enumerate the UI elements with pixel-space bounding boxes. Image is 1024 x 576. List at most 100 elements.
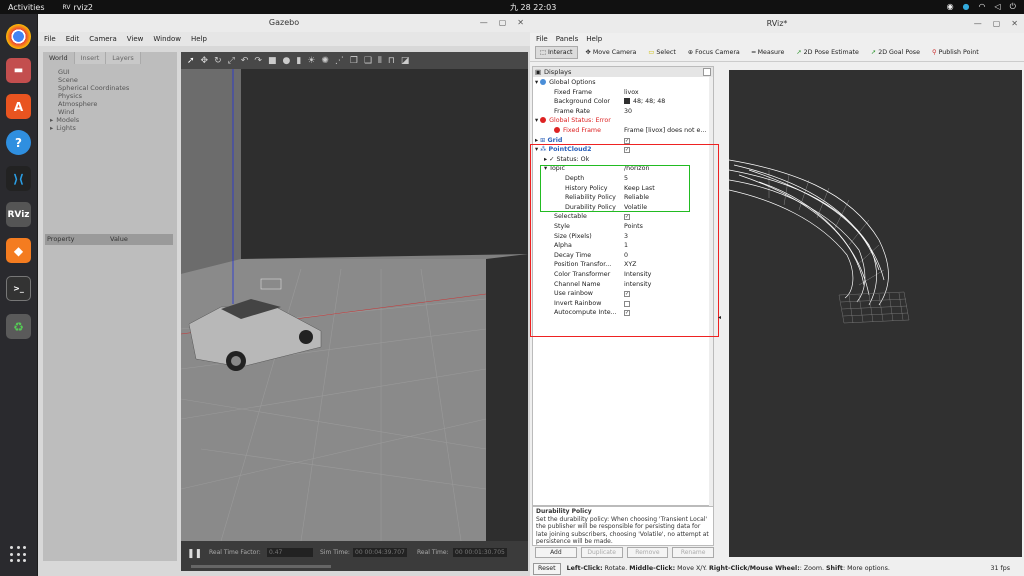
align-icon[interactable]: ⫴ (378, 56, 382, 66)
select-button[interactable]: ▭ Select (644, 47, 679, 58)
panel-float-icon[interactable] (703, 68, 711, 76)
files-icon[interactable]: ▬ (6, 58, 31, 83)
tree-item-wind[interactable]: Wind (58, 108, 177, 116)
active-app-indicator[interactable]: RV rviz2 (63, 3, 94, 12)
translate-icon[interactable]: ✥ (201, 56, 209, 66)
pose-estimate-icon: ➚ (796, 49, 802, 56)
green-highlight-box (540, 165, 690, 212)
tab-layers[interactable]: Layers (106, 52, 141, 64)
close-icon[interactable]: ✕ (1011, 14, 1018, 33)
tree-item-gui[interactable]: GUI (58, 68, 177, 76)
gazebo-menubar: File Edit Camera View Window Help (38, 32, 530, 46)
rename-button[interactable]: Rename (672, 547, 714, 558)
tree-row-frame-rate[interactable]: Frame Rate (554, 107, 590, 117)
tree-item-lights[interactable]: ▸ Lights (50, 124, 177, 132)
tree-row-fixed-frame[interactable]: Fixed Frame (554, 88, 592, 98)
tree-item-physics[interactable]: Physics (58, 92, 177, 100)
grid-enable-checkbox[interactable]: ✓ (624, 137, 630, 144)
redo-icon[interactable]: ↷ (254, 56, 262, 66)
row-label: Grid (547, 136, 563, 144)
cylinder-icon[interactable]: ▮ (296, 56, 301, 66)
maximize-icon[interactable]: ▢ (993, 14, 1001, 33)
undo-icon[interactable]: ↶ (241, 56, 249, 66)
menu-window[interactable]: Window (153, 35, 181, 43)
goal-pose-button[interactable]: ➚ 2D Goal Pose (867, 47, 924, 58)
menu-view[interactable]: View (127, 35, 144, 43)
background-color-value[interactable]: 48; 48; 48 (624, 97, 665, 107)
tree-item-spherical[interactable]: Spherical Coordinates (58, 84, 177, 92)
tree-row-fixed-frame-error[interactable]: Fixed Frame (554, 126, 601, 136)
reset-button[interactable]: Reset (533, 563, 561, 575)
expand-arrow-icon[interactable]: ▸ (50, 116, 53, 124)
measure-button[interactable]: ═ Measure (748, 47, 789, 58)
gazebo-titlebar[interactable]: Gazebo — ▢ ✕ (38, 14, 530, 32)
close-icon[interactable]: ✕ (517, 14, 524, 32)
screenshot-icon[interactable]: ◪ (401, 56, 410, 66)
frame-rate-value[interactable]: 30 (624, 107, 632, 117)
tree-row-global-status[interactable]: ▾ Global Status: Error (535, 116, 611, 126)
tool-label: Move Camera (592, 49, 637, 56)
menu-help[interactable]: Help (191, 35, 207, 43)
left-splitter-handle[interactable]: ◂ (718, 314, 721, 321)
copy-icon[interactable]: ❐ (350, 56, 358, 66)
menu-camera[interactable]: Camera (89, 35, 116, 43)
sphere-icon[interactable]: ● (282, 56, 290, 66)
rviz-toolbar: ⬚ Interact ✥ Move Camera ▭ Select ⊕ Focus Ca… (530, 44, 1024, 62)
rviz-icon[interactable]: RViz (6, 202, 31, 227)
tree-item-scene[interactable]: Scene (58, 76, 177, 84)
menu-file[interactable]: File (44, 35, 56, 43)
clock[interactable]: 九 28 22:03 (510, 2, 556, 13)
move-camera-button[interactable]: ✥ Move Camera (582, 47, 641, 58)
spot-light-icon[interactable]: ⋰ (335, 56, 344, 66)
duplicate-button[interactable]: Duplicate (580, 547, 623, 558)
menu-edit[interactable]: Edit (66, 35, 80, 43)
menu-help[interactable]: Help (586, 35, 602, 43)
minimize-icon[interactable]: — (974, 14, 982, 33)
row-label: Frame Rate (554, 107, 591, 115)
box-icon[interactable]: ■ (268, 56, 277, 66)
pause-icon[interactable]: ❚❚ (187, 549, 202, 559)
interact-button[interactable]: ⬚ Interact (535, 46, 578, 59)
rviz-titlebar[interactable]: RViz* — ▢ ✕ (530, 14, 1024, 33)
show-apps-icon[interactable] (10, 546, 27, 563)
tab-world[interactable]: World (43, 52, 75, 64)
tab-insert[interactable]: Insert (74, 52, 107, 64)
maximize-icon[interactable]: ▢ (499, 14, 507, 32)
tree-row-global-options[interactable]: ▾ Global Options (535, 78, 596, 88)
software-center-icon[interactable]: A (6, 94, 31, 119)
add-button[interactable]: Add (535, 547, 577, 558)
point-light-icon[interactable]: ✺ (321, 56, 329, 66)
minimize-icon[interactable]: — (480, 14, 488, 32)
rotate-icon[interactable]: ↻ (214, 56, 222, 66)
tool-label: Publish Point (938, 49, 979, 56)
menu-file[interactable]: File (536, 35, 548, 43)
sun-light-icon[interactable]: ☀ (307, 56, 315, 66)
snap-icon[interactable]: ⊓ (388, 56, 395, 66)
select-arrow-icon[interactable]: ➚ (187, 56, 195, 66)
gazebo-icon[interactable]: ◆ (6, 238, 31, 263)
chrome-icon[interactable] (6, 24, 31, 49)
activities-button[interactable]: Activities (8, 3, 45, 12)
menu-panels[interactable]: Panels (556, 35, 579, 43)
system-tray[interactable]: ◉ ● ◠ ◁ ⏻ (947, 2, 1016, 12)
publish-point-button[interactable]: ⚲ Publish Point (928, 47, 983, 58)
help-icon[interactable]: ? (6, 130, 31, 155)
terminal-icon[interactable]: >_ (6, 276, 31, 301)
paste-icon[interactable]: ❑ (364, 56, 372, 66)
row-label: Global Status: Error (549, 117, 611, 125)
rviz-3d-viewport[interactable] (729, 70, 1022, 557)
pose-estimate-button[interactable]: ➚ 2D Pose Estimate (792, 47, 863, 58)
expand-arrow-icon[interactable]: ▸ (50, 124, 53, 132)
trash-icon[interactable]: ♻ (6, 314, 31, 339)
tree-item-atmosphere[interactable]: Atmosphere (58, 100, 177, 108)
tree-row-background-color[interactable]: Background Color (554, 97, 610, 107)
gazebo-3d-viewport[interactable] (181, 69, 528, 541)
row-label: Fixed Frame (563, 127, 601, 134)
remove-button[interactable]: Remove (626, 547, 669, 558)
property-header: Property (47, 235, 75, 243)
scale-icon[interactable]: ⤢ (228, 56, 235, 66)
tree-item-models[interactable]: ▸ Models (50, 116, 177, 124)
focus-camera-button[interactable]: ⊕ Focus Camera (684, 47, 744, 58)
vscode-icon[interactable]: ⟩⟨ (6, 166, 31, 191)
fixed-frame-value[interactable]: livox (624, 88, 639, 98)
